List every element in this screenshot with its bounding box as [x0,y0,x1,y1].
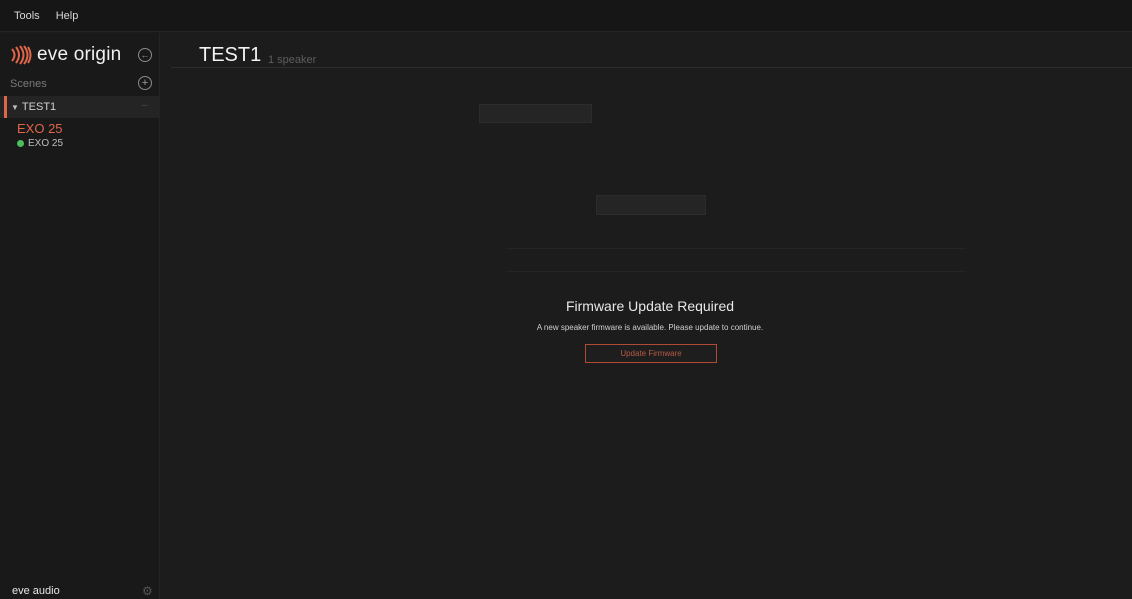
scene-name: TEST1 [21,101,57,113]
scene-menu-button[interactable]: – [142,100,148,111]
menu-tools[interactable]: Tools [14,10,40,22]
scenes-label: Scenes [10,78,47,90]
brand: eve origin [10,43,121,67]
selection-indicator [4,96,7,118]
dialog-message: A new speaker firmware is available. Ple… [536,323,764,332]
update-firmware-button[interactable]: Update Firmware [585,344,717,363]
sidebar: eve origin ← Scenes + ▼ TEST1 – EXO 25 E… [0,33,160,599]
gear-icon[interactable]: ⚙ [142,584,153,598]
add-circle-icon[interactable]: + [138,76,152,90]
status-dot-icon [17,140,24,147]
dialog-title: Firmware Update Required [565,298,735,314]
footer-brand: eve audio [12,585,60,597]
device-status[interactable]: EXO 25 [17,138,63,149]
device-status-label: EXO 25 [28,138,64,149]
main-area: TEST1 1 speaker Firmware Update Required… [161,33,1132,599]
menu-help[interactable]: Help [56,10,79,22]
sidebar-item-scene[interactable]: ▼ TEST1 – [0,96,159,118]
device-name[interactable]: EXO 25 [17,121,63,136]
firmware-update-dialog: Firmware Update Required A new speaker f… [161,33,1132,599]
menu-bar: Tools Help [0,0,1132,32]
brand-name: eve origin [37,44,122,65]
collapse-left-icon[interactable]: ← [138,48,152,62]
eve-logo-icon [11,45,32,65]
caret-down-icon[interactable]: ▼ [11,103,19,112]
